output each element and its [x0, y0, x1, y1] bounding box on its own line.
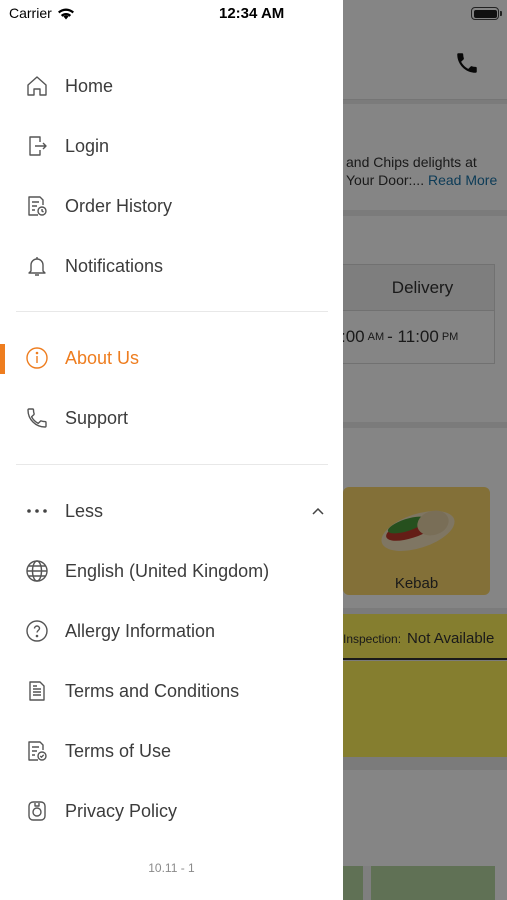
menu-item-label: Terms and Conditions [65, 680, 240, 701]
menu-item-allergy-information[interactable]: Allergy Information [0, 606, 343, 656]
menu-item-label: Login [65, 135, 110, 156]
menu-item-label: Order History [65, 195, 173, 216]
globe-icon [24, 558, 50, 584]
menu-item-home[interactable]: Home [0, 61, 343, 111]
chevron-up-icon[interactable] [310, 503, 326, 519]
menu-item-notifications[interactable]: Notifications [0, 241, 343, 291]
app-version: 10.11 - 1 [148, 861, 195, 875]
menu-item-less[interactable]: Less [0, 486, 343, 536]
menu-item-label: Privacy Policy [65, 800, 178, 821]
menu-item-label: Less [65, 500, 104, 521]
info-icon [24, 345, 50, 371]
menu-item-label: Allergy Information [65, 620, 216, 641]
menu-item-about-us[interactable]: About Us [0, 333, 343, 383]
login-icon [24, 133, 50, 159]
menu-item-label: Home [65, 75, 114, 96]
menu-item-order-history[interactable]: Order History [0, 181, 343, 231]
document-check-icon [24, 738, 50, 764]
order-history-icon [24, 193, 50, 219]
home-icon [24, 73, 50, 99]
menu-item-label: Notifications [65, 255, 164, 276]
question-icon [24, 618, 50, 644]
battery-icon [471, 7, 502, 20]
menu-item-label: English (United Kingdom) [65, 560, 270, 581]
menu-item-terms-of-use[interactable]: Terms of Use [0, 726, 343, 776]
menu-divider [16, 464, 328, 465]
wifi-icon [57, 7, 75, 20]
privacy-icon [24, 798, 50, 824]
menu-divider [16, 311, 328, 312]
menu-item-language[interactable]: English (United Kingdom) [0, 546, 343, 596]
menu-item-support[interactable]: Support [0, 393, 343, 443]
menu-item-label: About Us [65, 347, 140, 368]
navigation-drawer: Carrier 12:34 AM Home Login Order Histor… [0, 0, 343, 900]
status-time: 12:34 AM [219, 5, 285, 22]
menu-item-terms-and-conditions[interactable]: Terms and Conditions [0, 666, 343, 716]
status-carrier: Carrier [9, 5, 75, 21]
menu-item-privacy-policy[interactable]: Privacy Policy [0, 786, 343, 836]
more-dots-icon [24, 498, 50, 524]
menu-item-label: Support [65, 407, 129, 428]
menu-item-login[interactable]: Login [0, 121, 343, 171]
menu-item-label: Terms of Use [65, 740, 172, 761]
document-icon [24, 678, 50, 704]
bell-icon [24, 253, 50, 279]
phone-icon [24, 405, 50, 431]
